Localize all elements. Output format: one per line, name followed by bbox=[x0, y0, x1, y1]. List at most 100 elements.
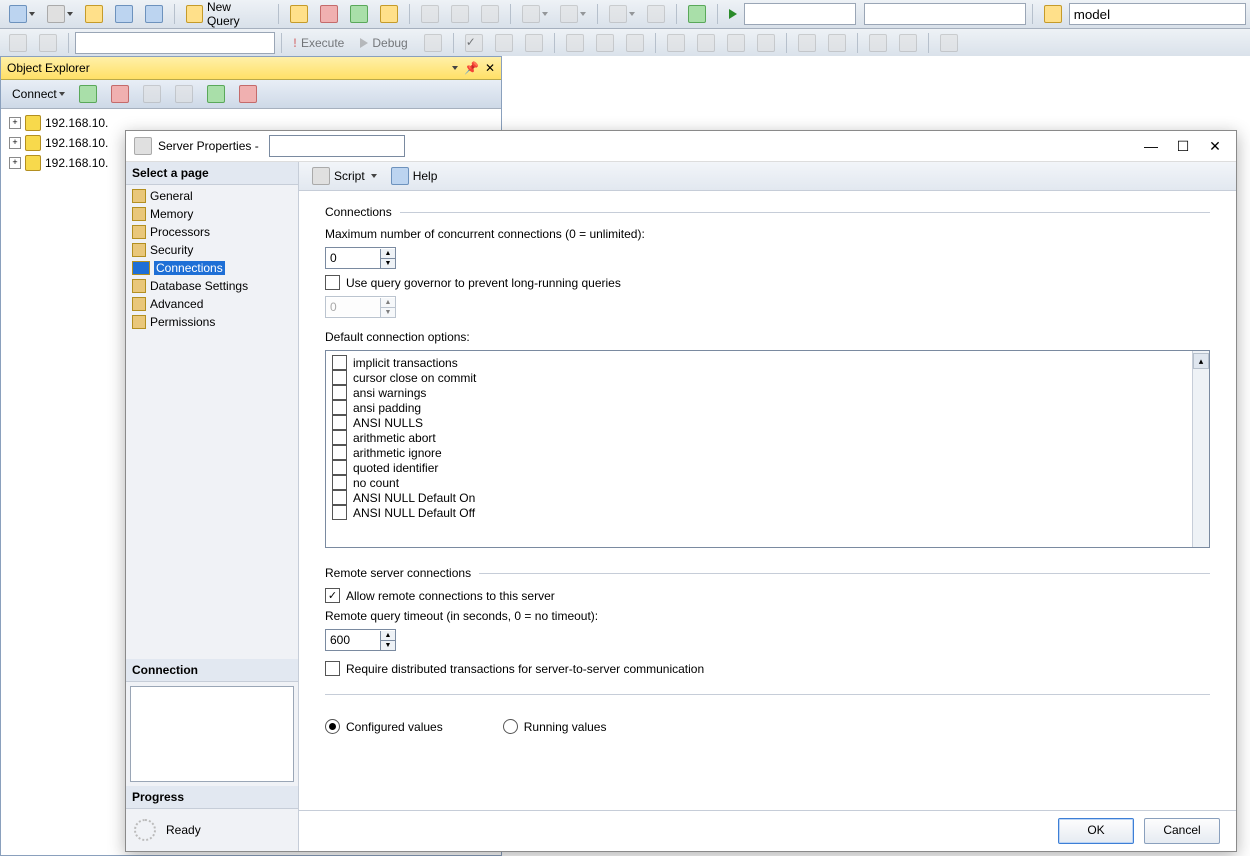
search-input[interactable] bbox=[1069, 3, 1246, 25]
oe-tb-4[interactable] bbox=[234, 80, 262, 108]
run-icon[interactable] bbox=[724, 0, 742, 28]
option-row[interactable]: ANSI NULL Default Off bbox=[332, 505, 1203, 520]
filter-icon[interactable] bbox=[170, 80, 198, 108]
spin-down-icon[interactable]: ▼ bbox=[380, 258, 395, 268]
option-row[interactable]: arithmetic ignore bbox=[332, 445, 1203, 460]
tb2-e[interactable] bbox=[864, 29, 892, 57]
close-button[interactable]: ✕ bbox=[1202, 135, 1228, 157]
spin-up-icon[interactable]: ▲ bbox=[380, 249, 395, 258]
option-row[interactable]: cursor close on commit bbox=[332, 370, 1203, 385]
tb2-f[interactable] bbox=[894, 29, 922, 57]
tb2-a[interactable] bbox=[490, 29, 518, 57]
outdent-icon[interactable] bbox=[823, 29, 851, 57]
page-item-security[interactable]: Security bbox=[130, 241, 294, 259]
refresh-icon[interactable] bbox=[202, 80, 230, 108]
tb-doc1[interactable] bbox=[285, 0, 313, 28]
undo-icon[interactable] bbox=[517, 0, 553, 28]
option-checkbox[interactable] bbox=[332, 370, 347, 385]
option-checkbox[interactable] bbox=[332, 505, 347, 520]
comment-icon[interactable] bbox=[662, 29, 690, 57]
option-checkbox[interactable] bbox=[332, 415, 347, 430]
results-grid-icon[interactable] bbox=[561, 29, 589, 57]
option-row[interactable]: arithmetic abort bbox=[332, 430, 1203, 445]
option-row[interactable]: no count bbox=[332, 475, 1203, 490]
remote-timeout-spinner[interactable]: ▲▼ bbox=[325, 629, 396, 651]
nav-icon[interactable] bbox=[604, 0, 640, 28]
copy-icon[interactable] bbox=[446, 0, 474, 28]
project-dropdown[interactable] bbox=[4, 0, 40, 28]
cut-icon[interactable] bbox=[416, 0, 444, 28]
expander-icon[interactable]: + bbox=[9, 157, 21, 169]
option-row[interactable]: ansi padding bbox=[332, 400, 1203, 415]
tb2-2[interactable] bbox=[34, 29, 62, 57]
page-item-connections[interactable]: Connections bbox=[130, 259, 294, 277]
option-checkbox[interactable] bbox=[332, 385, 347, 400]
config-combo[interactable] bbox=[864, 3, 1026, 25]
oe-tb-2[interactable] bbox=[106, 80, 134, 108]
new-query-button[interactable]: New Query bbox=[181, 0, 272, 28]
tb-doc3[interactable] bbox=[345, 0, 373, 28]
option-checkbox[interactable] bbox=[332, 475, 347, 490]
tb-btn-2[interactable] bbox=[42, 0, 78, 28]
debug-button[interactable]: Debug bbox=[355, 29, 416, 57]
stop-icon[interactable] bbox=[419, 29, 447, 57]
expander-icon[interactable]: + bbox=[9, 137, 21, 149]
require-dt-checkbox[interactable] bbox=[325, 661, 340, 676]
find-icon[interactable] bbox=[1039, 0, 1067, 28]
page-item-memory[interactable]: Memory bbox=[130, 205, 294, 223]
page-item-database-settings[interactable]: Database Settings bbox=[130, 277, 294, 295]
option-checkbox[interactable] bbox=[332, 460, 347, 475]
tb2-b[interactable] bbox=[520, 29, 548, 57]
cancel-button[interactable]: Cancel bbox=[1144, 818, 1220, 844]
option-row[interactable]: quoted identifier bbox=[332, 460, 1203, 475]
option-row[interactable]: ANSI NULL Default On bbox=[332, 490, 1203, 505]
server-name-input[interactable] bbox=[269, 135, 405, 157]
parse-icon[interactable]: ✓ bbox=[460, 29, 488, 57]
open-icon[interactable] bbox=[80, 0, 108, 28]
page-item-permissions[interactable]: Permissions bbox=[130, 313, 294, 331]
panel-close-icon[interactable]: ✕ bbox=[485, 61, 495, 75]
connect-dropdown[interactable]: Connect bbox=[7, 80, 70, 108]
option-row[interactable]: ansi warnings bbox=[332, 385, 1203, 400]
option-row[interactable]: ANSI NULLS bbox=[332, 415, 1203, 430]
save-icon[interactable] bbox=[110, 0, 138, 28]
max-connections-spinner[interactable]: ▲▼ bbox=[325, 247, 396, 269]
oe-tb-3[interactable] bbox=[138, 80, 166, 108]
uncomment-icon[interactable] bbox=[692, 29, 720, 57]
option-row[interactable]: implicit transactions bbox=[332, 355, 1203, 370]
redo-icon[interactable] bbox=[555, 0, 591, 28]
tb2-d[interactable] bbox=[752, 29, 780, 57]
tb2-1[interactable] bbox=[4, 29, 32, 57]
remote-timeout-input[interactable] bbox=[326, 631, 380, 649]
option-checkbox[interactable] bbox=[332, 490, 347, 505]
default-options-listbox[interactable]: implicit transactionscursor close on com… bbox=[325, 350, 1210, 548]
page-item-general[interactable]: General bbox=[130, 187, 294, 205]
ok-button[interactable]: OK bbox=[1058, 818, 1134, 844]
execute-button[interactable]: !Execute bbox=[288, 29, 353, 57]
indent-icon[interactable] bbox=[793, 29, 821, 57]
help-button[interactable]: Help bbox=[386, 162, 447, 190]
allow-remote-checkbox[interactable]: ✓ bbox=[325, 588, 340, 603]
panel-pin-icon[interactable]: 📌 bbox=[464, 61, 479, 75]
configured-values-radio[interactable] bbox=[325, 719, 340, 734]
script-button[interactable]: Script bbox=[307, 162, 382, 190]
option-checkbox[interactable] bbox=[332, 355, 347, 370]
page-item-processors[interactable]: Processors bbox=[130, 223, 294, 241]
tb2-g[interactable] bbox=[935, 29, 963, 57]
max-connections-input[interactable] bbox=[326, 249, 380, 267]
panel-dropdown-icon[interactable] bbox=[452, 66, 458, 70]
tb2-c[interactable] bbox=[722, 29, 750, 57]
results-file-icon[interactable] bbox=[621, 29, 649, 57]
db-combo[interactable] bbox=[75, 32, 275, 54]
expander-icon[interactable]: + bbox=[9, 117, 21, 129]
listbox-scrollbar[interactable]: ▴ bbox=[1192, 351, 1209, 547]
tb-doc4[interactable] bbox=[375, 0, 403, 28]
oe-tb-1[interactable] bbox=[74, 80, 102, 108]
minimize-button[interactable]: — bbox=[1138, 135, 1164, 157]
tb-doc2[interactable] bbox=[315, 0, 343, 28]
page-item-advanced[interactable]: Advanced bbox=[130, 295, 294, 313]
option-checkbox[interactable] bbox=[332, 445, 347, 460]
maximize-button[interactable]: ☐ bbox=[1170, 135, 1196, 157]
option-checkbox[interactable] bbox=[332, 430, 347, 445]
query-governor-checkbox[interactable] bbox=[325, 275, 340, 290]
